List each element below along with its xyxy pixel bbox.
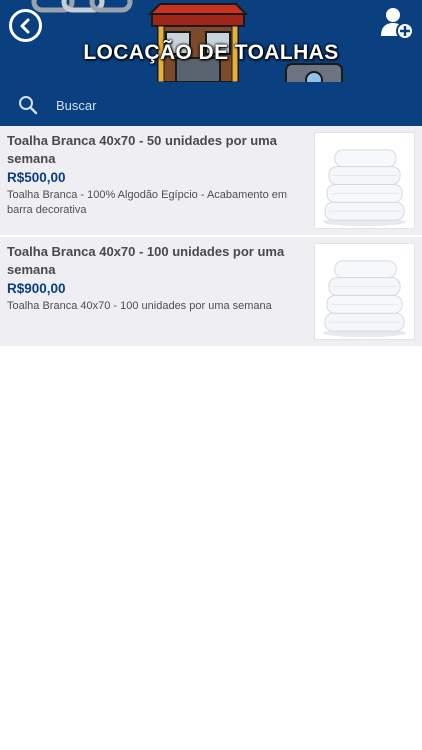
page-title: LOCAÇÃO DE TOALHAS (83, 41, 339, 64)
product-price: R$900,00 (7, 281, 66, 296)
header: LOCAÇÃO DE TOALHAS (0, 0, 422, 126)
back-arrow-icon (20, 18, 29, 33)
product-title: Toalha Branca 40x70 - 100 unidades por u… (7, 244, 285, 277)
app: LOCAÇÃO DE TOALHAS Toalha Branca 40x70 -… (0, 0, 422, 750)
back-button[interactable] (9, 9, 42, 42)
list-item-product-1[interactable]: Toalha Branca 40x70 - 50 unidades por um… (0, 126, 422, 236)
search-bar (0, 84, 422, 126)
product-price: R$500,00 (7, 170, 66, 185)
search-input[interactable] (56, 97, 356, 113)
product-image (314, 243, 415, 340)
list-item-product-2[interactable]: Toalha Branca 40x70 - 100 unidades por u… (0, 237, 422, 347)
towel-stack-image (315, 244, 414, 339)
product-title: Toalha Branca 40x70 - 50 unidades por um… (7, 133, 277, 166)
add-user-icon (381, 8, 414, 40)
product-image (314, 132, 415, 229)
add-user-button[interactable] (380, 6, 414, 40)
search-icon[interactable] (18, 95, 38, 115)
product-list: Toalha Branca 40x70 - 50 unidades por um… (0, 126, 422, 347)
towel-stack-image (315, 133, 414, 228)
product-description: Toalha Branca 40x70 - 100 unidades por u… (7, 300, 272, 312)
product-description: Toalha Branca - 100% Algodão Egípcio - A… (7, 189, 288, 216)
